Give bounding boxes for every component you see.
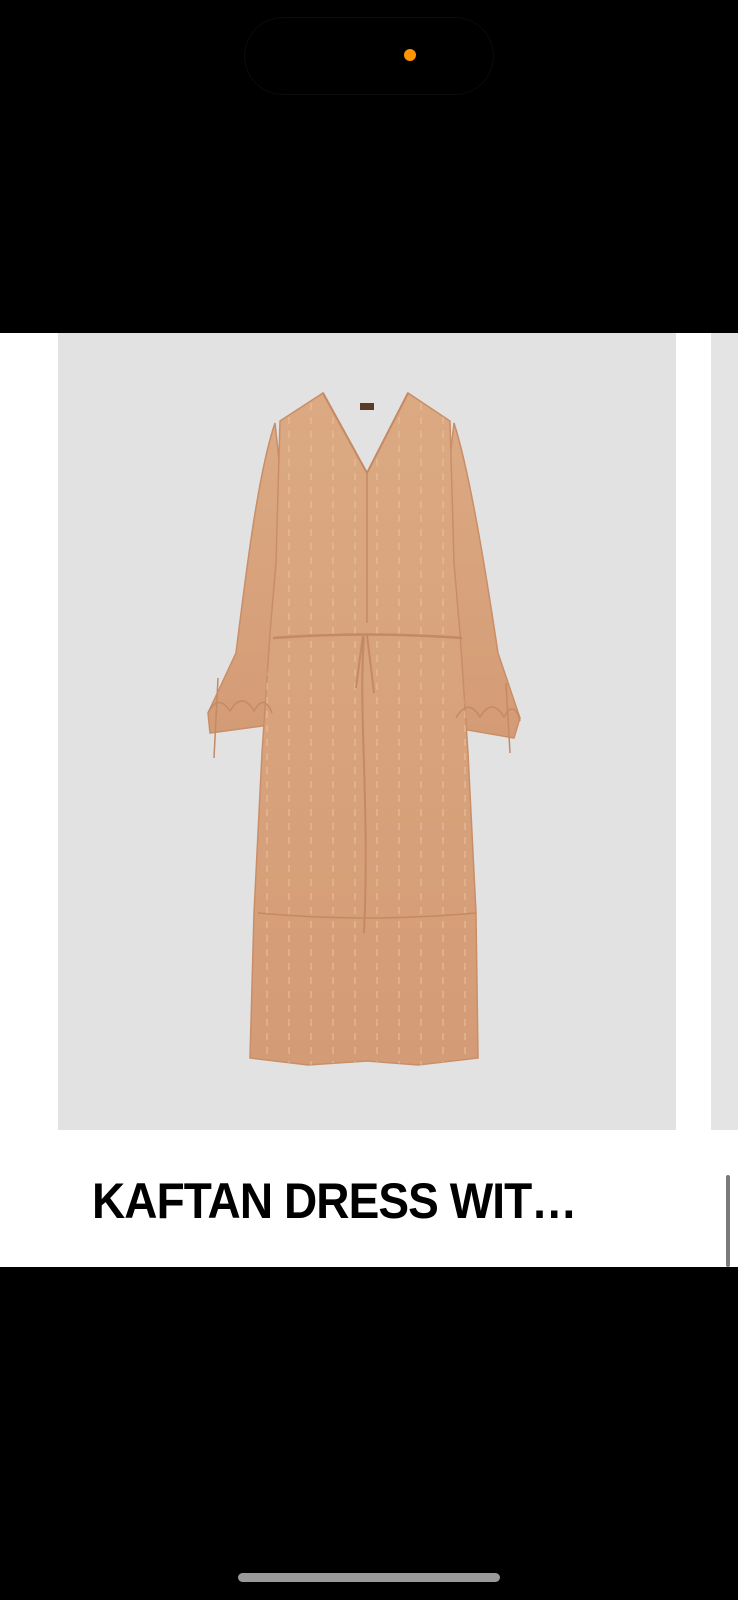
product-image[interactable] [58,333,676,1130]
dynamic-island [245,18,493,94]
dress-illustration [207,391,521,1066]
home-indicator[interactable] [238,1573,500,1582]
scroll-indicator[interactable] [726,1175,730,1267]
next-product-image-peek[interactable] [711,333,738,1130]
app-screen: KAFTAN DRESS WIT… [0,0,738,1600]
privacy-indicator-dot [404,49,416,61]
product-detail-sheet: KAFTAN DRESS WIT… [0,333,738,1267]
product-title: KAFTAN DRESS WIT… [92,1173,577,1229]
